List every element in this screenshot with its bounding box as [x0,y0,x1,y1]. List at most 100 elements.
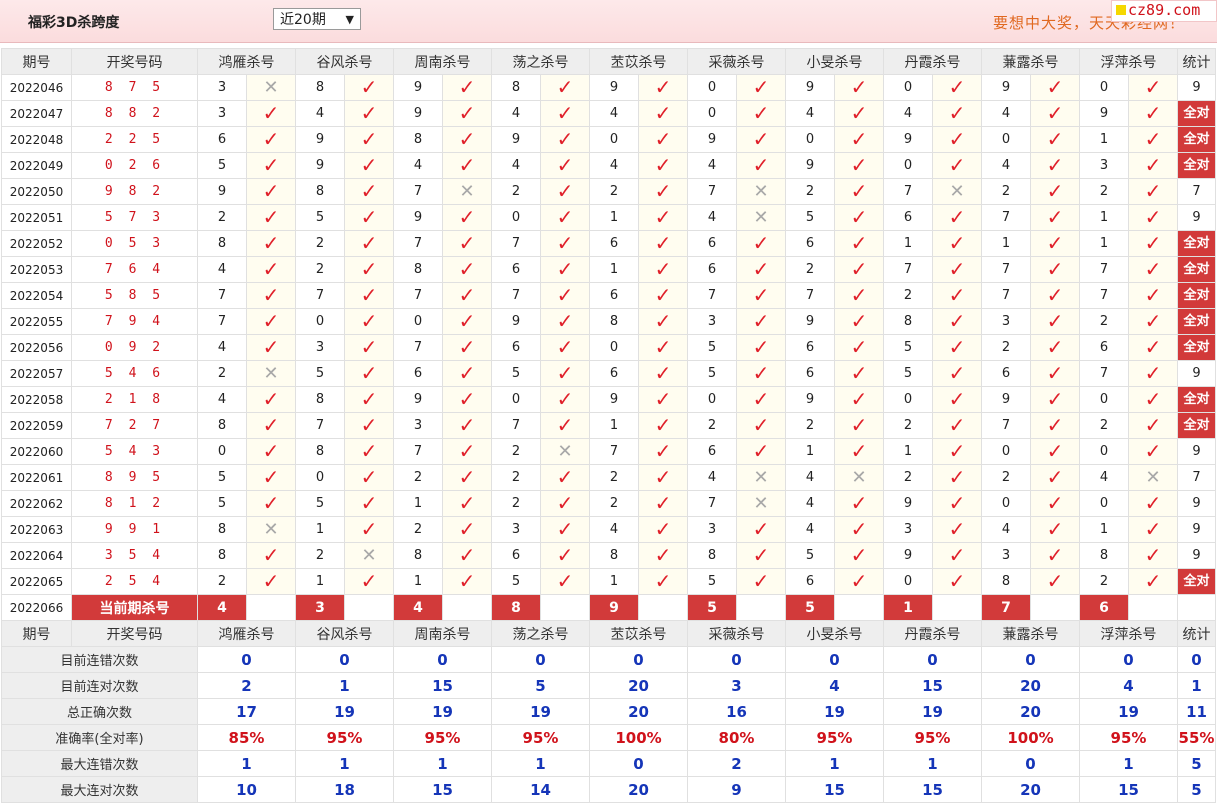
stats-value: 2 [687,750,786,777]
kill-number: 8 [589,308,639,335]
kill-number: 8 [295,438,345,465]
stats-value: 0 [883,646,982,673]
check-icon: ✓ [654,361,672,385]
wrong-cross-icon: ✕ [246,360,296,387]
wrong-cross-icon: ✕ [442,178,492,205]
check-icon: ✓ [458,569,476,593]
correct-count: 9 [1192,496,1201,511]
correct-check-icon: ✓ [638,412,688,439]
correct-check-icon: ✓ [442,256,492,283]
kill-number: 9 [393,74,443,101]
check-icon: ✓ [654,231,672,255]
header-draw: 开奖号码 [71,620,198,647]
table-row: 2022059 7 2 7 8 ✓ 7 ✓ 3 ✓ 7 ✓ 1 ✓ 2 ✓ 2 ✓ 2 ✓ 7 ✓ 2 ✓ 全对 [1,412,1216,439]
kill-number: 7 [883,178,933,205]
kill-number: 8 [197,412,247,439]
check-icon: ✓ [1046,569,1064,593]
correct-check-icon: ✓ [1030,334,1080,361]
correct-check-icon: ✓ [1128,282,1178,309]
check-icon: ✓ [1144,517,1162,541]
kill-number: 4 [491,152,541,179]
kill-number: 4 [393,152,443,179]
kill-number: 1 [393,568,443,595]
correct-check-icon: ✓ [1030,126,1080,153]
kill-number: 9 [491,126,541,153]
kill-number: 8 [687,542,737,569]
correct-check-icon: ✓ [834,152,884,179]
correct-check-icon: ✓ [344,204,394,231]
kill-number: 6 [785,568,835,595]
correct-check-icon: ✓ [1030,542,1080,569]
kill-number: 4 [981,152,1031,179]
cross-icon: ✕ [263,362,279,384]
correct-check-icon: ✓ [442,100,492,127]
correct-check-icon: ✓ [540,308,590,335]
check-icon: ✓ [556,543,574,567]
kill-number: 5 [491,568,541,595]
header-expert: 小旻杀号 [785,620,884,647]
check-icon: ✓ [458,543,476,567]
check-icon: ✓ [262,231,280,255]
correct-check-icon: ✓ [736,412,786,439]
correct-check-icon: ✓ [442,74,492,101]
check-icon: ✓ [850,517,868,541]
correct-check-icon: ✓ [834,542,884,569]
check-icon: ✓ [654,413,672,437]
stats-value: 4 [1079,672,1178,699]
correct-check-icon: ✓ [540,334,590,361]
kill-number: 2 [393,464,443,491]
kill-number: 6 [197,126,247,153]
table-row: 2022061 8 9 5 5 ✓ 0 ✓ 2 ✓ 2 ✓ 2 ✓ 4 ✕ 4 ✕ 2 ✓ 2 ✓ 4 ✕ 7 [1,464,1216,491]
kill-number: 9 [785,386,835,413]
cross-icon: ✕ [361,544,377,566]
check-icon: ✓ [360,179,378,203]
kill-number: 4 [981,516,1031,543]
correct-check-icon: ✓ [1128,178,1178,205]
check-icon: ✓ [360,205,378,229]
current-kill-number: 5 [687,594,737,621]
correct-check-icon: ✓ [344,334,394,361]
correct-check-icon: ✓ [442,490,492,517]
correct-check-icon: ✓ [834,282,884,309]
check-icon: ✓ [1046,257,1064,281]
kill-number: 5 [687,360,737,387]
site-logo[interactable]: cz89.com [1111,0,1217,22]
issue-number: 2022046 [1,74,72,101]
check-icon: ✓ [1046,231,1064,255]
all-correct-badge: 全对 [1178,283,1215,308]
correct-check-icon: ✓ [834,256,884,283]
check-icon: ✓ [850,413,868,437]
current-empty [932,594,982,621]
draw-numbers: 7 6 4 [71,256,198,283]
stats-value: 1 [197,750,296,777]
kill-number: 7 [981,256,1031,283]
kill-number: 0 [295,464,345,491]
header-expert: 浮萍杀号 [1079,48,1178,75]
cross-icon: ✕ [263,76,279,98]
stats-value: 1 [295,672,394,699]
correct-check-icon: ✓ [932,256,982,283]
stats-value: 85% [197,724,296,751]
stats-label: 准确率(全对率) [1,724,198,751]
stats-value: 15 [785,776,884,803]
kill-number: 5 [197,490,247,517]
kill-number: 7 [295,282,345,309]
correct-check-icon: ✓ [442,308,492,335]
stats-value: 20 [589,672,688,699]
correct-check-icon: ✓ [638,308,688,335]
check-icon: ✓ [262,387,280,411]
correct-count: 7 [1192,470,1201,485]
chevron-down-icon: ▼ [345,13,354,26]
kill-number: 6 [1079,334,1129,361]
kill-number: 0 [1079,490,1129,517]
check-icon: ✓ [850,179,868,203]
stats-value: 80% [687,724,786,751]
correct-check-icon: ✓ [344,100,394,127]
current-stat-empty [1177,594,1216,621]
header-expert: 谷风杀号 [295,620,394,647]
period-select[interactable]: 近20期 ▼ [273,8,361,30]
draw-numbers: 0 5 3 [71,230,198,257]
kill-number: 9 [785,152,835,179]
table-row: 2022048 2 2 5 6 ✓ 9 ✓ 8 ✓ 9 ✓ 0 ✓ 9 ✓ 0 ✓ 9 ✓ 0 ✓ 1 ✓ 全对 [1,126,1216,153]
kill-number: 9 [197,178,247,205]
